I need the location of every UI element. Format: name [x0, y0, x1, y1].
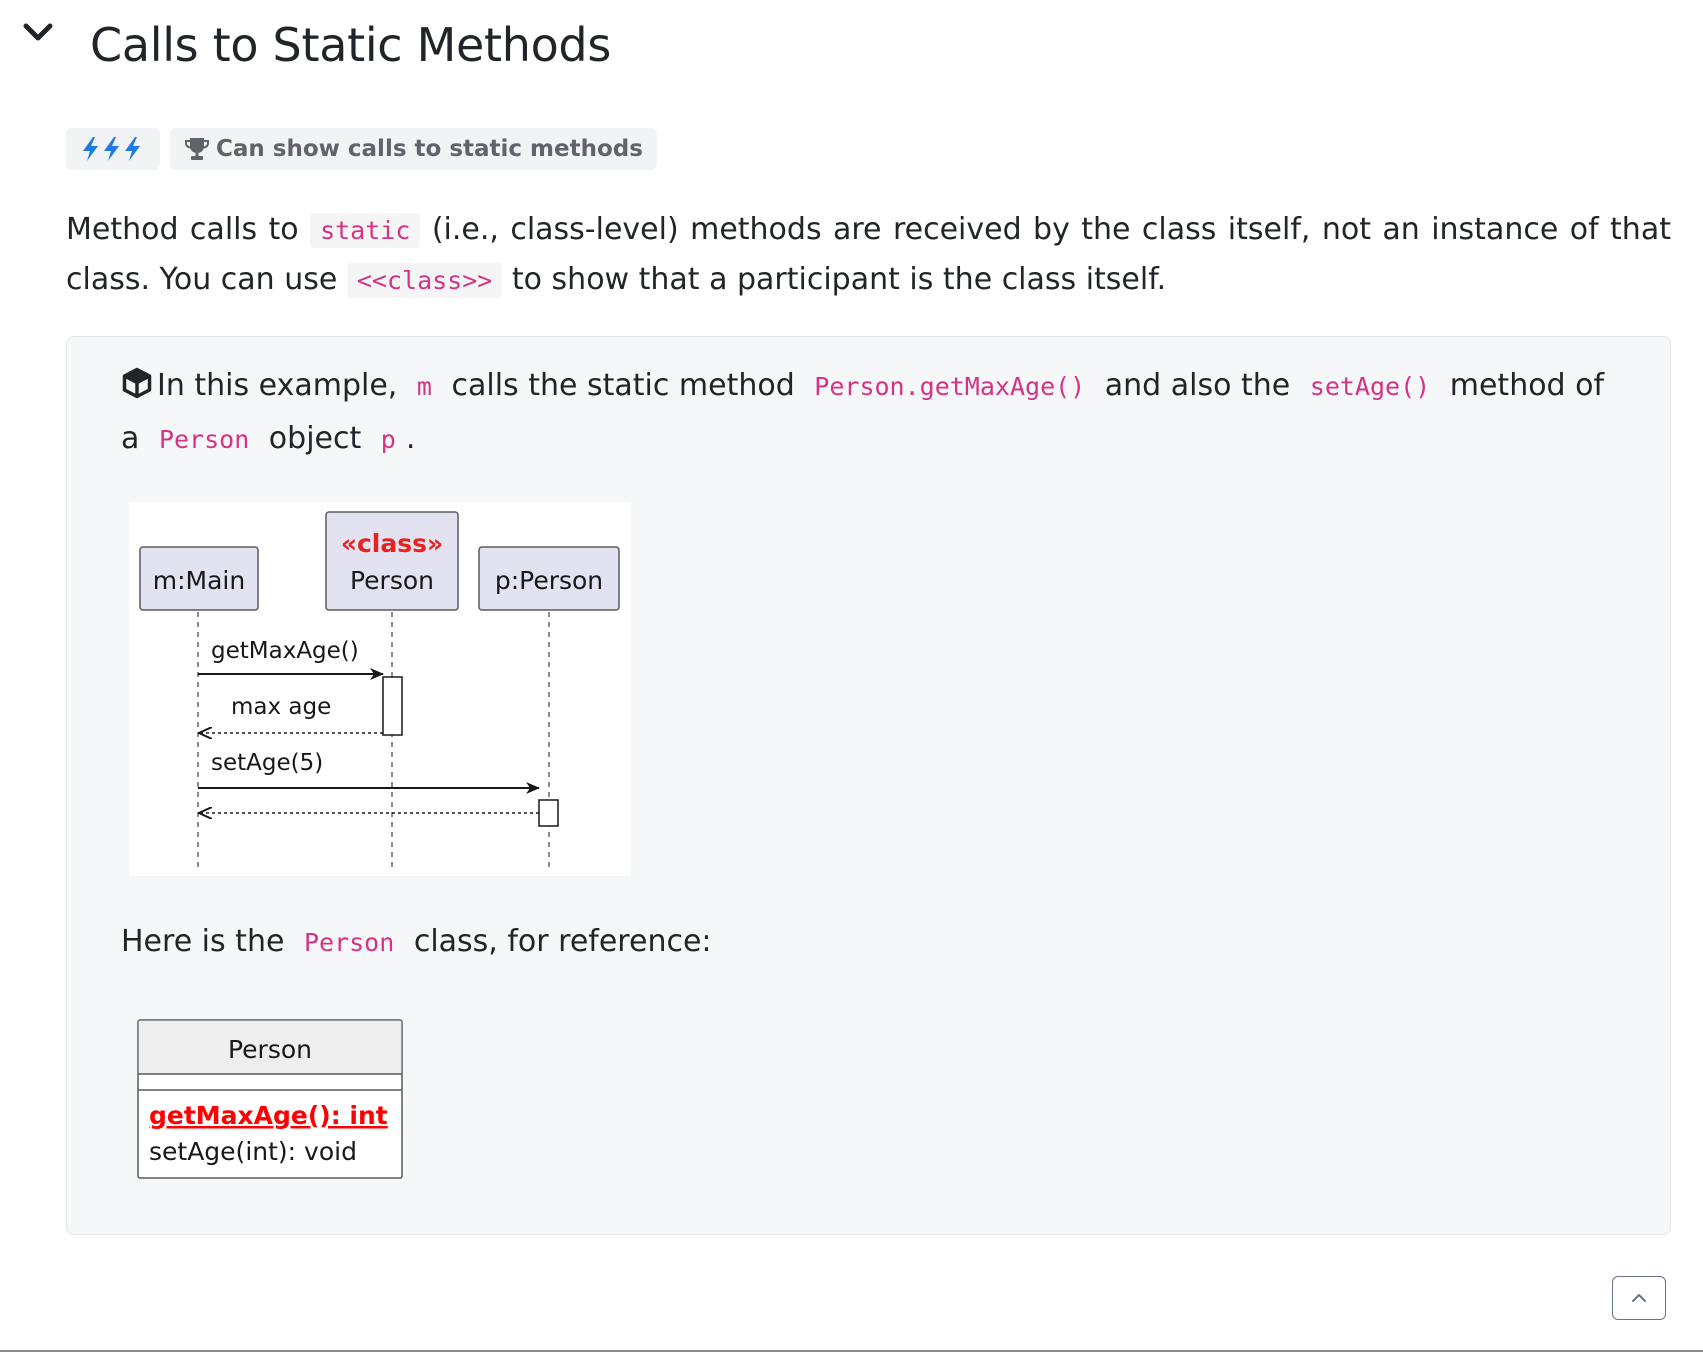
class-name: Person — [228, 1035, 312, 1064]
code-m: m — [416, 372, 432, 401]
participant-p-label: p:Person — [495, 566, 603, 595]
participant-class-label: Person — [350, 566, 434, 595]
back-to-top-button[interactable] — [1612, 1276, 1666, 1320]
class-diagram: Person getMaxAge(): int setAge(int): voi… — [137, 1019, 403, 1179]
code-set-age: setAge() — [1309, 372, 1431, 401]
example-text-2: calls the static method — [451, 368, 795, 403]
class-method: setAge(int): void — [149, 1137, 357, 1166]
intro-paragraph: Method calls to static (i.e., class-leve… — [66, 205, 1671, 305]
chevron-down-icon — [23, 23, 53, 41]
example-card: In this example, m calls the static meth… — [66, 336, 1671, 1235]
intro-text-3: to show that a participant is the class … — [511, 262, 1167, 297]
activation-bar-p — [538, 799, 559, 827]
intro-text-1: Method calls to — [66, 212, 299, 247]
reference-text-2: class, for reference: — [413, 924, 712, 959]
reference-paragraph: Here is the Person class, for reference: — [121, 917, 712, 967]
activation-bar-class — [382, 676, 403, 736]
example-text-5: object — [268, 421, 362, 456]
outcome-label: Can show calls to static methods — [216, 136, 643, 162]
outcome-badge: Can show calls to static methods — [170, 128, 657, 170]
code-person-reference: Person — [303, 928, 395, 957]
bottom-divider — [0, 1350, 1703, 1352]
chevron-up-icon — [1632, 1294, 1646, 1302]
collapse-toggle[interactable] — [22, 20, 58, 56]
example-text-6: . — [405, 421, 416, 456]
example-text-3: and also the — [1104, 368, 1291, 403]
code-p: p — [380, 425, 396, 454]
code-person: Person — [158, 425, 250, 454]
lightning-bolts-icon — [83, 137, 140, 161]
class-static-method: getMaxAge(): int — [149, 1101, 388, 1130]
class-stereotype-label: «class» — [341, 529, 443, 558]
level-badge — [66, 128, 160, 170]
trophy-icon — [185, 138, 209, 160]
participant-main-label: m:Main — [153, 566, 245, 595]
message-get-max-age-label: getMaxAge() — [211, 638, 359, 664]
code-class-stereotype: <<class>> — [346, 263, 503, 298]
badges-row: Can show calls to static methods — [66, 128, 657, 170]
box-icon — [121, 365, 153, 414]
sequence-diagram: m:Main «class» Person p:Person getMaxAge… — [129, 502, 631, 876]
example-paragraph: In this example, m calls the static meth… — [121, 361, 1621, 464]
reference-text-1: Here is the — [121, 924, 285, 959]
participant-class-box — [325, 511, 459, 611]
example-text-1: In this example, — [157, 368, 398, 403]
code-get-max-age: Person.getMaxAge() — [814, 372, 1086, 401]
section-title: Calls to Static Methods — [90, 18, 611, 72]
message-max-age-label: max age — [231, 694, 331, 720]
code-static: static — [310, 213, 421, 248]
message-set-age-label: setAge(5) — [211, 750, 323, 776]
